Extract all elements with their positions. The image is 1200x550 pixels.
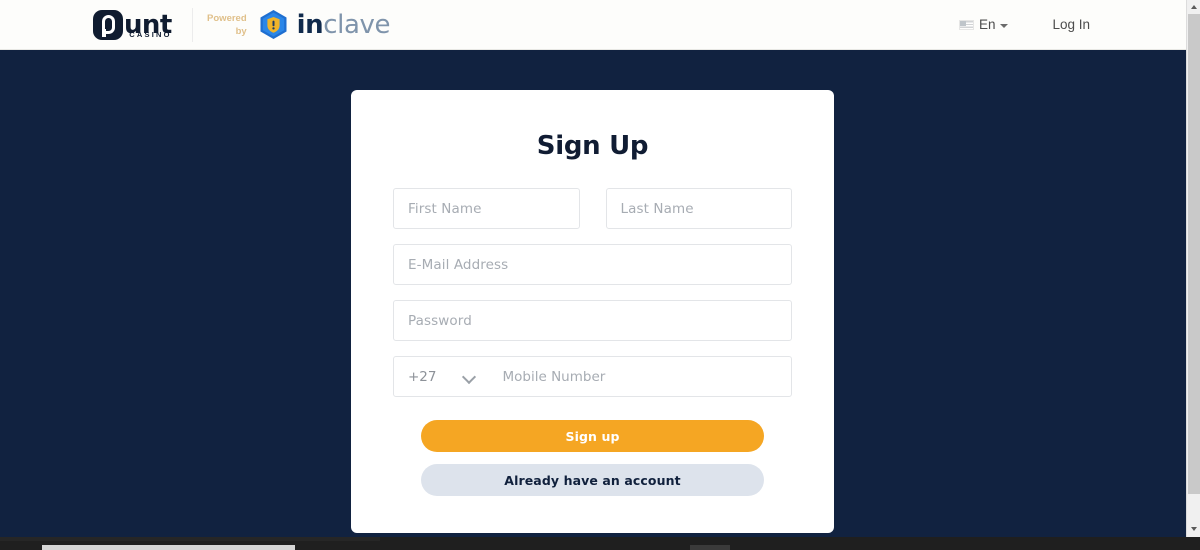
signup-card: Sign Up First Name Last Name E-Mail Addr… [351, 90, 834, 533]
country-code-value[interactable]: +27 [408, 369, 437, 385]
mobile-number-placeholder: Mobile Number [502, 368, 606, 385]
password-input[interactable]: Password [393, 300, 792, 341]
browser-viewport: unt CASINO Powered by inclave En Log In … [0, 0, 1200, 550]
brand-divider [191, 7, 193, 42]
taskbar-item-primary[interactable] [42, 545, 295, 550]
punt-casino-logo[interactable]: unt CASINO [93, 9, 190, 40]
scroll-up-arrow-icon[interactable] [1187, 0, 1200, 14]
site-header: unt CASINO Powered by inclave En Log In [0, 0, 1186, 50]
inclave-word-in: in [296, 9, 324, 40]
us-flag-icon [958, 19, 974, 30]
login-link[interactable]: Log In [1052, 17, 1090, 32]
first-name-input[interactable]: First Name [393, 188, 580, 229]
inclave-logo[interactable]: inclave [259, 9, 391, 40]
email-placeholder: E-Mail Address [408, 256, 509, 273]
punt-casino-subtext: CASINO [129, 29, 172, 39]
taskbar-item-secondary[interactable] [690, 545, 730, 550]
vertical-scrollbar[interactable] [1186, 0, 1200, 550]
scroll-down-arrow-icon[interactable] [1187, 522, 1200, 536]
first-name-placeholder: First Name [408, 200, 482, 217]
inclave-wordmark: inclave [296, 9, 391, 40]
language-label: En [978, 17, 996, 32]
sign-up-button[interactable]: Sign up [421, 420, 764, 452]
already-have-account-button[interactable]: Already have an account [421, 464, 764, 496]
header-right-group: En Log In [958, 17, 1186, 32]
bottom-chrome-strip [0, 537, 1200, 550]
brand-block: unt CASINO Powered by inclave [93, 0, 391, 50]
last-name-input[interactable]: Last Name [605, 188, 792, 229]
page-body: Sign Up First Name Last Name E-Mail Addr… [0, 50, 1186, 537]
chevron-down-icon [1000, 23, 1009, 28]
mobile-number-field[interactable]: +27 Mobile Number [393, 356, 792, 397]
signup-form: First Name Last Name E-Mail Address Pass… [351, 188, 834, 397]
language-selector[interactable]: En [958, 17, 1009, 32]
punt-p-icon [93, 9, 123, 40]
chevron-down-icon[interactable] [464, 371, 475, 382]
name-row: First Name Last Name [393, 188, 792, 244]
email-input[interactable]: E-Mail Address [393, 244, 792, 285]
card-actions: Sign up Already have an account [351, 420, 834, 496]
chrome-edge-left [0, 537, 380, 541]
page-title: Sign Up [536, 131, 649, 161]
last-name-placeholder: Last Name [620, 200, 694, 217]
scrollbar-thumb[interactable] [1188, 14, 1200, 494]
powered-by-label: Powered by [207, 12, 247, 37]
shield-hexagon-icon [259, 9, 288, 40]
password-placeholder: Password [408, 312, 472, 329]
inclave-word-clave: clave [323, 9, 391, 40]
